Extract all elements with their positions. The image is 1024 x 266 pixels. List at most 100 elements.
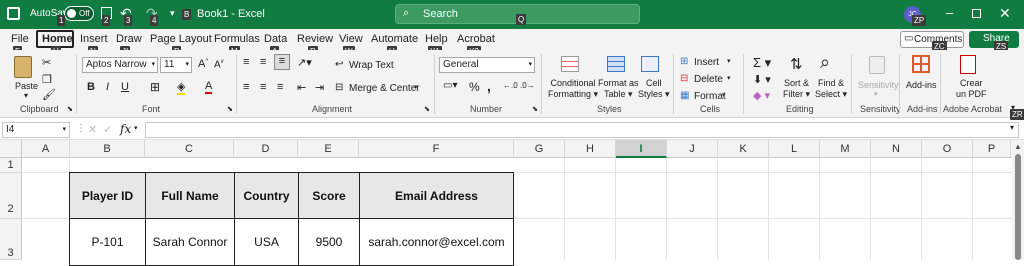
- find-select-button[interactable]: Find & Select ▾: [815, 78, 847, 100]
- table-header-score[interactable]: Score: [298, 172, 360, 219]
- font-name-select[interactable]: Aptos Narrow ▾: [82, 57, 158, 73]
- align-right-icon[interactable]: ≡: [277, 81, 283, 93]
- sort-filter-button[interactable]: Sort & Filter ▾: [783, 78, 810, 100]
- table-header-email[interactable]: Email Address: [359, 172, 514, 219]
- column-header-j[interactable]: J: [667, 140, 718, 158]
- table-header-country[interactable]: Country: [234, 172, 299, 219]
- maximize-icon[interactable]: [972, 9, 981, 18]
- tab-draw[interactable]: Draw: [116, 33, 142, 45]
- align-top-icon[interactable]: ≡: [243, 56, 249, 68]
- table-cell-email[interactable]: sarah.connor@excel.com: [359, 218, 514, 266]
- tab-view[interactable]: View: [339, 33, 363, 45]
- sensitivity-button[interactable]: Sensitivity: [858, 80, 899, 90]
- scroll-thumb[interactable]: [1015, 154, 1021, 260]
- font-launcher-icon[interactable]: ⬊: [227, 105, 233, 113]
- italic-icon[interactable]: I: [106, 81, 109, 93]
- autosave-toggle[interactable]: Off: [64, 6, 94, 21]
- font-size-select[interactable]: 11 ▾: [160, 57, 192, 73]
- fill-icon[interactable]: ⬇ ▾: [753, 73, 771, 86]
- tab-review[interactable]: Review: [297, 33, 333, 45]
- wrap-text-button[interactable]: Wrap Text: [349, 60, 394, 71]
- table-header-full-name[interactable]: Full Name: [145, 172, 235, 219]
- tab-home[interactable]: Home: [42, 33, 73, 45]
- column-header-b[interactable]: B: [70, 140, 145, 158]
- column-header-m[interactable]: M: [820, 140, 871, 158]
- shrink-font-icon[interactable]: Av: [214, 59, 224, 70]
- add-ins-button[interactable]: Add-ins: [906, 80, 937, 90]
- column-header-c[interactable]: C: [145, 140, 234, 158]
- conditional-formatting-button[interactable]: Conditional Formatting ▾: [548, 78, 598, 100]
- create-pdf-button[interactable]: Crear un PDF: [956, 78, 987, 100]
- currency-icon[interactable]: ▭▾: [443, 80, 457, 91]
- align-left-icon[interactable]: ≡: [243, 81, 249, 93]
- merge-chevron-icon[interactable]: ▾: [414, 83, 418, 91]
- cut-icon[interactable]: ✂: [42, 56, 51, 69]
- grow-font-icon[interactable]: A^: [198, 58, 208, 70]
- row-header-3[interactable]: 3: [0, 219, 22, 260]
- tab-insert[interactable]: Insert: [80, 33, 108, 45]
- table-cell-player-id[interactable]: P-101: [69, 218, 146, 266]
- font-color-icon[interactable]: A: [205, 80, 213, 94]
- indent-icon[interactable]: ⇤: [297, 81, 306, 94]
- select-all-button[interactable]: [0, 140, 22, 158]
- tab-formulas[interactable]: Formulas: [214, 33, 260, 45]
- cell-styles-button[interactable]: Cell Styles ▾: [638, 78, 670, 100]
- fx-chevron-icon[interactable]: ▾: [134, 124, 138, 132]
- formula-input[interactable]: [145, 122, 1019, 138]
- more-chevron-icon[interactable]: ▾: [170, 8, 175, 19]
- tab-data[interactable]: Data: [264, 33, 287, 45]
- column-header-k[interactable]: K: [718, 140, 769, 158]
- clipboard-launcher-icon[interactable]: ⬊: [67, 105, 73, 113]
- delete-cells-button[interactable]: Delete: [694, 74, 723, 85]
- sensitivity-chevron-icon[interactable]: ▾: [874, 90, 878, 98]
- format-painter-icon[interactable]: 🖌: [42, 88, 56, 101]
- delete-chevron-icon[interactable]: ▾: [727, 74, 731, 82]
- column-header-l[interactable]: L: [769, 140, 820, 158]
- comma-icon[interactable]: ,: [487, 78, 491, 94]
- vertical-scrollbar[interactable]: ▲: [1012, 140, 1024, 260]
- format-chevron-icon[interactable]: ▾: [722, 91, 726, 99]
- orientation-icon[interactable]: ↗▾: [297, 56, 312, 69]
- paste-button[interactable]: Paste: [15, 81, 38, 91]
- outdent-icon[interactable]: ⇥: [315, 81, 324, 94]
- close-icon[interactable]: ✕: [999, 5, 1011, 22]
- autosum-icon[interactable]: Σ ▾: [753, 55, 771, 71]
- table-cell-country[interactable]: USA: [234, 218, 299, 266]
- decrease-decimal-icon[interactable]: .0→: [520, 81, 535, 90]
- clear-icon[interactable]: ◆ ▾: [753, 89, 770, 102]
- row-header-2[interactable]: 2: [0, 173, 22, 219]
- insert-function-icon[interactable]: fx: [120, 122, 131, 136]
- enter-icon[interactable]: ✓: [103, 123, 112, 136]
- column-header-g[interactable]: G: [514, 140, 565, 158]
- column-header-f[interactable]: F: [359, 140, 514, 158]
- tab-page-layout[interactable]: Page Layout: [150, 33, 212, 45]
- table-cell-score[interactable]: 9500: [298, 218, 360, 266]
- column-header-p[interactable]: P: [973, 140, 1011, 158]
- format-as-table-button[interactable]: Format as Table ▾: [598, 78, 639, 100]
- borders-icon[interactable]: ⊞: [150, 80, 160, 94]
- number-format-select[interactable]: General ▾: [439, 57, 535, 73]
- tab-acrobat[interactable]: Acrobat: [457, 33, 495, 45]
- column-header-o[interactable]: O: [922, 140, 973, 158]
- tab-help[interactable]: Help: [425, 33, 448, 45]
- align-middle-icon[interactable]: ≡: [260, 56, 266, 68]
- scroll-up-icon[interactable]: ▲: [1014, 142, 1022, 151]
- column-header-h[interactable]: H: [565, 140, 616, 158]
- percent-icon[interactable]: %: [469, 80, 480, 94]
- fill-color-icon[interactable]: ◈: [177, 80, 186, 95]
- insert-chevron-icon[interactable]: ▾: [727, 57, 731, 65]
- table-cell-full-name[interactable]: Sarah Connor: [145, 218, 235, 266]
- column-header-d[interactable]: D: [234, 140, 298, 158]
- bold-icon[interactable]: B: [87, 81, 95, 93]
- expand-formula-chevron-icon[interactable]: ▾: [1010, 123, 1014, 132]
- paste-chevron-icon[interactable]: ▾: [24, 91, 28, 100]
- cancel-icon[interactable]: ✕: [88, 123, 97, 136]
- increase-decimal-icon[interactable]: ←.0: [503, 81, 518, 90]
- column-header-e[interactable]: E: [298, 140, 359, 158]
- merge-center-button[interactable]: Merge & Center: [349, 83, 420, 94]
- column-header-i[interactable]: I: [616, 140, 667, 158]
- underline-icon[interactable]: U: [121, 81, 129, 93]
- table-header-player-id[interactable]: Player ID: [69, 172, 146, 219]
- tab-file[interactable]: File: [11, 33, 29, 45]
- column-header-a[interactable]: A: [22, 140, 70, 158]
